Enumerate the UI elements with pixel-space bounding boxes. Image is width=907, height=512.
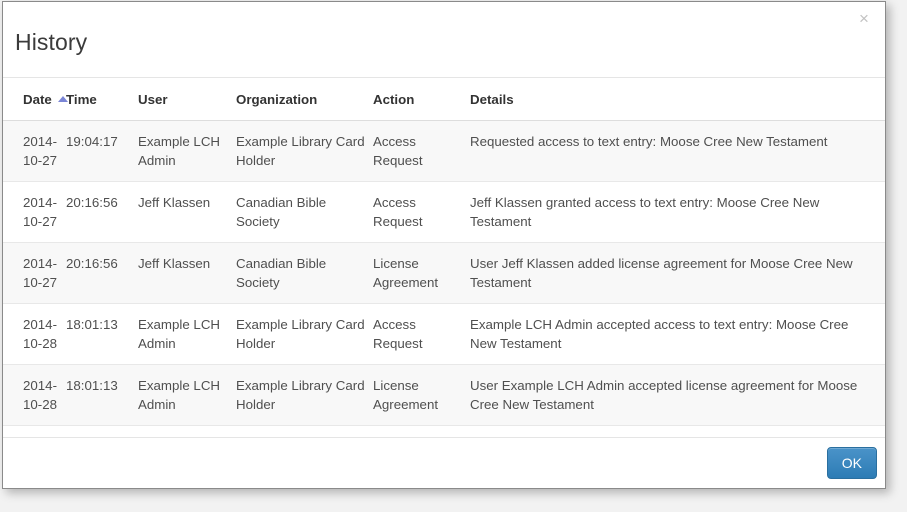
column-header-user[interactable]: User: [138, 78, 236, 121]
cell-date: 2014-10-27: [3, 181, 66, 243]
cell-time: 19:04:17: [66, 120, 138, 182]
table-header-row: Date Time User Organization Action Detai…: [3, 78, 885, 121]
column-header-date-label: Date: [23, 92, 52, 107]
column-header-date[interactable]: Date: [3, 78, 68, 121]
cell-action: License Agreement: [373, 242, 470, 304]
table-row: 2014-10-28 18:01:13 Example LCH Admin Ex…: [3, 364, 885, 426]
cell-organization: Canadian Bible Society: [236, 181, 373, 243]
cell-organization: Example Library Card Holder: [236, 120, 373, 182]
column-header-details[interactable]: Details: [470, 78, 885, 121]
column-header-action[interactable]: Action: [373, 78, 470, 121]
table-row: 2014-10-28 18:01:13 Example LCH Admin Ex…: [3, 303, 885, 365]
cell-user: Jeff Klassen: [138, 181, 236, 243]
cell-organization: Example Library Card Holder: [236, 364, 373, 426]
cell-details: Requested access to text entry: Moose Cr…: [470, 120, 885, 182]
column-header-time[interactable]: Time: [66, 78, 138, 121]
cell-organization: Canadian Bible Society: [236, 242, 373, 304]
close-icon[interactable]: ×: [853, 8, 875, 30]
table-body: 2014-10-27 19:04:17 Example LCH Admin Ex…: [3, 120, 885, 426]
cell-action: Access Request: [373, 181, 470, 243]
cell-date: 2014-10-28: [3, 303, 66, 365]
cell-details: User Jeff Klassen added license agreemen…: [470, 242, 885, 304]
cell-date: 2014-10-27: [3, 120, 66, 182]
history-dialog: History × Date Time User Organization Ac…: [2, 1, 886, 489]
cell-user: Example LCH Admin: [138, 120, 236, 182]
ok-button[interactable]: OK: [826, 447, 877, 479]
cell-action: Access Request: [373, 120, 470, 182]
table-row: 2014-10-27 20:16:56 Jeff Klassen Canadia…: [3, 242, 885, 304]
cell-date: 2014-10-27: [3, 242, 66, 304]
dialog-header: History ×: [3, 2, 885, 78]
history-table: Date Time User Organization Action Detai…: [3, 78, 885, 426]
cell-time: 20:16:56: [66, 242, 138, 304]
cell-details: Jeff Klassen granted access to text entr…: [470, 181, 885, 243]
dialog-footer: OK: [3, 437, 885, 488]
table-row: 2014-10-27 19:04:17 Example LCH Admin Ex…: [3, 120, 885, 182]
cell-details: User Example LCH Admin accepted license …: [470, 364, 885, 426]
cell-user: Jeff Klassen: [138, 242, 236, 304]
dialog-body: Date Time User Organization Action Detai…: [3, 78, 885, 437]
cell-details: Example LCH Admin accepted access to tex…: [470, 303, 885, 365]
cell-time: 20:16:56: [66, 181, 138, 243]
cell-user: Example LCH Admin: [138, 303, 236, 365]
cell-user: Example LCH Admin: [138, 364, 236, 426]
table-header: Date Time User Organization Action Detai…: [3, 78, 885, 121]
cell-time: 18:01:13: [66, 364, 138, 426]
cell-organization: Example Library Card Holder: [236, 303, 373, 365]
cell-time: 18:01:13: [66, 303, 138, 365]
table-row: 2014-10-27 20:16:56 Jeff Klassen Canadia…: [3, 181, 885, 243]
column-header-organization[interactable]: Organization: [236, 78, 373, 121]
cell-action: Access Request: [373, 303, 470, 365]
cell-action: License Agreement: [373, 364, 470, 426]
page-title: History: [15, 29, 88, 55]
cell-date: 2014-10-28: [3, 364, 66, 426]
